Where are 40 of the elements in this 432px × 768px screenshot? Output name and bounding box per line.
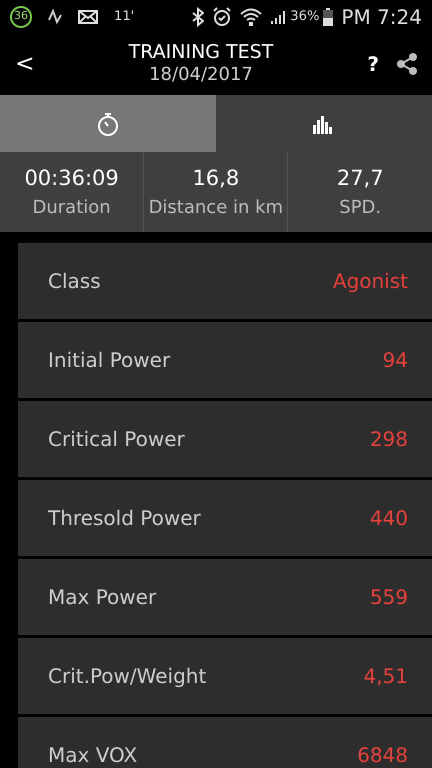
stat-value: 27,7 — [336, 164, 384, 192]
battery-icon — [323, 8, 334, 26]
row-value: 559 — [370, 584, 408, 611]
activity-icon — [48, 8, 62, 26]
stat-label: SPD. — [339, 196, 382, 220]
help-button[interactable]: ? — [366, 48, 380, 80]
screen-date: 18/04/2017 — [148, 64, 254, 86]
tab[interactable] — [0, 95, 216, 152]
notification-badge: 36 — [10, 6, 32, 28]
stat-label: Duration — [32, 196, 111, 220]
row-value: 94 — [382, 347, 408, 374]
battery-text: 36% — [290, 8, 320, 26]
row-label: Crit.Pow/Weight — [48, 663, 206, 690]
row-label: Critical Power — [48, 426, 185, 453]
signal-icon — [270, 8, 286, 24]
wifi-icon — [240, 6, 262, 26]
alarm-icon — [212, 6, 232, 26]
mail-icon — [78, 10, 98, 24]
screen-title: TRAINING TEST — [128, 42, 274, 64]
share-icon[interactable] — [396, 52, 418, 76]
bar-chart-icon — [313, 114, 335, 134]
row-value: 6848 — [357, 742, 408, 768]
row-label: Initial Power — [48, 347, 170, 374]
stopwatch-icon — [97, 112, 119, 136]
row-label: Class — [48, 268, 101, 295]
row-value: 4,51 — [363, 663, 408, 690]
row-value: 440 — [370, 505, 408, 532]
stat-value: 00:36:09 — [24, 164, 119, 192]
clock-text: PM 7:24 — [341, 4, 422, 30]
row-label: Max VOX — [48, 742, 138, 768]
row-label: Thresold Power — [48, 505, 201, 532]
row-label: Max Power — [48, 584, 156, 611]
stat-label: Distance in km — [148, 196, 284, 220]
tab[interactable] — [216, 95, 432, 152]
bluetooth-icon — [192, 6, 204, 26]
back-button[interactable]: < — [14, 45, 36, 83]
temperature-text: 11' — [114, 8, 134, 26]
stat-value: 16,8 — [192, 164, 240, 192]
row-value: Agonist — [332, 268, 408, 295]
row-value: 298 — [370, 426, 408, 453]
